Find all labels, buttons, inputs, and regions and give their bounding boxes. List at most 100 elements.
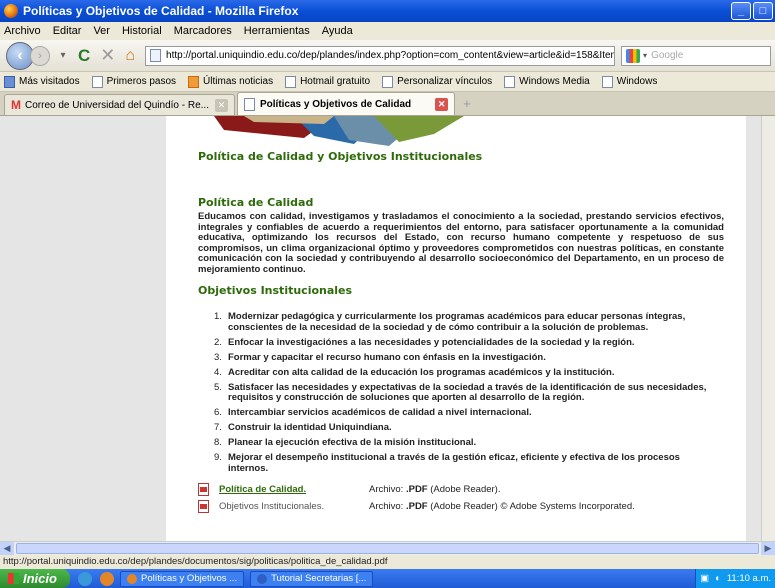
menu-historial[interactable]: Historial (122, 25, 162, 37)
status-bar: http://portal.uniquindio.edu.co/dep/plan… (0, 555, 775, 569)
url-bar[interactable]: http://portal.uniquindio.edu.co/dep/plan… (145, 45, 616, 66)
system-tray: ▣ ◐ 11:10 a.m. (695, 569, 775, 588)
bookmark-hotmail[interactable]: Hotmail gratuito (285, 75, 371, 88)
tab-politicas[interactable]: Políticas y Objetivos de Calidad ✕ (236, 92, 456, 115)
bookmark-windows-media[interactable]: Windows Media (504, 75, 590, 88)
maximize-button[interactable]: □ (753, 2, 773, 20)
tab-correo[interactable]: M Correo de Universidad del Quindío - Re… (4, 94, 235, 115)
bookmark-folder-icon (4, 75, 15, 88)
bookmark-label: Hotmail gratuito (300, 76, 371, 87)
item-number: 9. (214, 452, 222, 463)
search-engine-dropdown-icon[interactable]: ▾ (643, 51, 647, 60)
bookmark-mas-visitados[interactable]: Más visitados (4, 75, 80, 88)
file-extension: .PDF (405, 501, 428, 512)
item-number: 3. (214, 351, 222, 363)
policy-title: Política de Calidad (198, 196, 314, 209)
file-info-rest: (Adobe Reader) © Adobe Systems Incorpora… (427, 501, 635, 512)
item-number: 6. (214, 407, 222, 418)
window-titlebar: Políticas y Objetivos de Calidad - Mozil… (0, 0, 775, 22)
scroll-right-icon[interactable]: ▶ (761, 542, 775, 555)
page-icon (285, 75, 297, 88)
ie-icon[interactable] (78, 571, 92, 586)
scrollbar-thumb[interactable] (16, 543, 759, 554)
bookmark-label: Últimas noticias (203, 76, 274, 87)
bookmark-primeros-pasos[interactable]: Primeros pasos (91, 75, 177, 88)
item-number: 4. (214, 366, 222, 378)
item-text: Intercambiar servicios académicos de cal… (228, 407, 532, 418)
back-arrow-icon: ‹ (17, 46, 23, 64)
list-item: 1. Modernizar pedagógica y curricularment… (214, 311, 714, 333)
scroll-left-icon[interactable]: ◀ (0, 542, 14, 555)
forward-arrow-icon: › (38, 49, 42, 62)
word-icon (257, 573, 268, 584)
close-tab-icon[interactable]: ✕ (435, 97, 449, 111)
policy-text: Educamos con calidad, investigamos y tra… (198, 211, 724, 275)
file-info-prefix: Archivo: (369, 501, 406, 512)
forward-button[interactable]: › (30, 45, 50, 66)
search-box[interactable]: ▾ Google (621, 45, 772, 66)
pdf-icon[interactable] (198, 500, 209, 513)
close-tab-icon[interactable]: ✕ (214, 98, 228, 112)
firefox-quicklaunch-icon[interactable] (100, 571, 114, 586)
file-extension: .PDF (405, 484, 428, 495)
objectives-title: Objetivos Institucionales (198, 284, 353, 297)
bookmark-ultimas-noticias[interactable]: Últimas noticias (188, 75, 274, 88)
item-number: 1. (214, 311, 222, 322)
start-label: Inicio (23, 571, 57, 586)
menu-herramientas[interactable]: Herramientas (244, 25, 310, 37)
tray-icon[interactable]: ▣ (700, 573, 709, 584)
objectives-list: 1. Modernizar pedagógica y curricularment… (214, 311, 714, 479)
item-number: 7. (214, 422, 222, 433)
item-number: 2. (214, 336, 222, 348)
firefox-icon (4, 4, 18, 18)
tab-bar: M Correo de Universidad del Quindío - Re… (0, 92, 775, 116)
file-info-prefix: Archivo: (369, 484, 406, 495)
taskbar-item-firefox[interactable]: Políticas y Objetivos ... (120, 570, 245, 587)
window-title: Políticas y Objetivos de Calidad - Mozil… (23, 4, 299, 18)
page-title: Política de Calidad y Objetivos Instituc… (198, 150, 483, 163)
objetivos-link[interactable]: Objetivos Institucionales. (219, 501, 369, 512)
bookmark-label: Primeros pasos (106, 76, 177, 87)
tab-label: Políticas y Objetivos de Calidad (259, 98, 412, 110)
file-info: Archivo: .PDF (Adobe Reader) © Adobe Sys… (369, 501, 635, 512)
minimize-button[interactable]: _ (731, 2, 751, 20)
vertical-scrollbar[interactable] (761, 116, 775, 541)
menu-archivo[interactable]: Archivo (4, 25, 41, 37)
windows-flag-icon (8, 573, 19, 584)
bookmark-windows[interactable]: Windows (601, 75, 658, 88)
item-text: Planear la ejecución efectiva de la misi… (228, 437, 477, 448)
tab-label: Correo de Universidad del Quindío - Re..… (25, 99, 209, 111)
list-item: 9. Mejorar el desempeño institucional a t… (214, 452, 714, 474)
window-controls: _ □ (731, 2, 773, 20)
new-tab-icon[interactable]: + (463, 93, 471, 115)
bookmark-personalizar[interactable]: Personalizar vínculos (382, 75, 493, 88)
bookmark-label: Windows (616, 76, 658, 87)
menu-editar[interactable]: Editar (53, 25, 82, 37)
search-placeholder: Google (651, 50, 684, 61)
network-icon[interactable]: ◐ (715, 573, 721, 584)
navigation-toolbar: ‹ › ▾ C ✕ ⌂ http://portal.uniquindio.edu… (0, 40, 775, 72)
page-icon (91, 75, 103, 88)
taskbar-item-tutorial[interactable]: Tutorial Secretarias [... (250, 570, 374, 587)
start-button[interactable]: Inicio (0, 569, 70, 588)
history-dropdown-icon[interactable]: ▾ (56, 50, 70, 61)
menu-bar: Archivo Editar Ver Historial Marcadores … (0, 22, 775, 40)
bookmark-label: Más visitados (19, 76, 80, 87)
reload-icon[interactable]: C (78, 46, 90, 66)
page-icon (243, 97, 255, 111)
rss-icon (188, 75, 200, 88)
menu-ver[interactable]: Ver (93, 25, 110, 37)
stop-icon[interactable]: ✕ (100, 45, 115, 66)
politica-calidad-link[interactable]: Política de Calidad. (219, 484, 369, 495)
item-number: 5. (214, 381, 222, 393)
item-text: Satisfacer las necesidades y expectativa… (228, 381, 707, 403)
menu-marcadores[interactable]: Marcadores (174, 25, 232, 37)
menu-ayuda[interactable]: Ayuda (322, 25, 353, 37)
horizontal-scrollbar[interactable]: ◀ ▶ (0, 541, 775, 555)
item-text: Construir la identidad Uniquindiana. (228, 422, 392, 433)
banner-graphic (214, 116, 464, 146)
bookmark-label: Personalizar vínculos (397, 76, 493, 87)
download-row: Objetivos Institucionales. Archivo: .PDF… (198, 498, 718, 515)
pdf-icon[interactable] (198, 483, 209, 496)
home-icon[interactable]: ⌂ (125, 47, 135, 65)
